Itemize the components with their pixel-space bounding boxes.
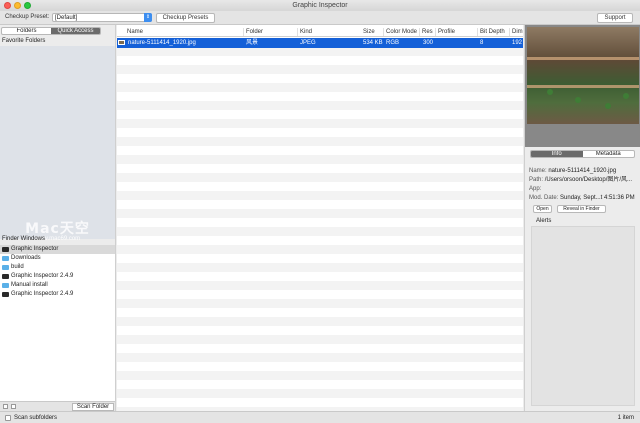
info-name-row: Name: nature-5111414_1920.jpg xyxy=(529,167,639,176)
finder-item[interactable]: Manual install xyxy=(0,281,115,290)
alerts-label: Alerts xyxy=(536,218,552,224)
column-header-res[interactable]: Res xyxy=(419,28,435,36)
reveal-in-finder-button[interactable]: Reveal in Finder xyxy=(557,205,606,213)
preview-photo xyxy=(527,27,639,124)
checkup-preset-label: Checkup Preset: xyxy=(5,14,50,20)
info-label: Mod. Date: xyxy=(529,195,559,201)
checkup-preset-value: [Default] xyxy=(55,15,78,21)
favorite-folders-list[interactable]: Mac天空 www.mac69.com xyxy=(0,46,115,242)
title-bar: Graphic Inspector xyxy=(0,0,640,11)
finder-item[interactable]: Graphic Inspector 2.4.9 xyxy=(0,272,115,281)
finder-item[interactable]: Graphic Inspector 2.4.9 xyxy=(0,290,115,299)
scan-folder-button[interactable]: Scan Folder xyxy=(72,403,114,411)
app-window: Graphic Inspector Checkup Preset: [Defau… xyxy=(0,0,640,423)
photo-detail xyxy=(527,57,639,60)
column-header-kind[interactable]: Kind xyxy=(297,28,361,36)
info-value: /Users/orsoon/Desktop/图片/风... xyxy=(544,177,633,183)
info-value: nature-5111414_1920.jpg xyxy=(548,168,617,174)
info-mod-date-row: Mod. Date: Sunday, Sept...t 4:51:36 PM xyxy=(529,194,639,203)
sidebar-bottom-bar: Scan Folder xyxy=(0,401,115,411)
tab-quick-access[interactable]: Quick Access xyxy=(51,28,100,34)
column-header-size[interactable]: Size xyxy=(361,28,383,36)
favorite-folders-title: Favorite Folders xyxy=(2,38,46,44)
cell-folder: 风景 xyxy=(246,40,259,46)
scan-subfolders-checkbox[interactable] xyxy=(5,415,11,421)
finder-item-label: Downloads xyxy=(11,255,41,261)
tab-folders[interactable]: Folders xyxy=(2,28,51,34)
finder-item-label: Manual install xyxy=(11,282,48,288)
photo-detail xyxy=(575,97,581,103)
finder-item-label: Graphic Inspector 2.4.9 xyxy=(11,273,74,279)
sidebar-tabs: Folders Quick Access xyxy=(1,27,101,35)
inspector-panel: Info Metadata Name: nature-5111414_1920.… xyxy=(524,25,640,411)
alerts-box xyxy=(531,226,635,406)
column-header-name[interactable]: Name xyxy=(125,28,243,36)
column-header-folder[interactable]: Folder xyxy=(243,28,297,36)
cell-size: 534 KB xyxy=(363,40,383,46)
image-preview xyxy=(525,25,640,147)
finder-item-label: build xyxy=(11,264,24,270)
photo-detail xyxy=(547,89,553,95)
scan-subfolders-label: Scan subfolders xyxy=(14,415,58,421)
cell-dim: 192 xyxy=(512,40,523,46)
column-header-profile[interactable]: Profile xyxy=(435,28,475,36)
finder-item[interactable]: Graphic Inspector xyxy=(0,245,115,254)
info-label: App: xyxy=(529,186,542,192)
table-body: nature-5111414_1920.jpg 风景 JPEG 534 KB R… xyxy=(117,38,523,411)
chevron-updown-icon: ⇕ xyxy=(144,13,152,22)
app-icon xyxy=(2,274,9,279)
photo-detail xyxy=(527,85,639,88)
checkup-presets-button[interactable]: Checkup Presets xyxy=(156,13,215,23)
list-view-icon[interactable] xyxy=(3,404,8,409)
file-table: Name Folder Kind Size Color Mode Res Pro… xyxy=(117,25,523,411)
status-bar: Scan subfolders 1 item xyxy=(0,411,640,423)
info-label: Path: xyxy=(529,177,544,183)
finder-item-label: Graphic Inspector 2.4.9 xyxy=(11,291,74,297)
folder-icon xyxy=(2,265,9,270)
app-icon xyxy=(2,247,9,252)
finder-windows-list: Graphic Inspector Downloads build Graphi… xyxy=(0,245,115,402)
grid-view-icon[interactable] xyxy=(11,404,16,409)
checkup-preset-select[interactable]: [Default] ⇕ xyxy=(52,13,152,22)
cell-res: 300 xyxy=(423,40,434,46)
cell-color-mode: RGB xyxy=(386,40,400,46)
item-count: 1 item xyxy=(617,415,634,421)
cell-bit-depth: 8 xyxy=(480,40,484,46)
sidebar: Folders Quick Access Favorite Folders Ma… xyxy=(0,25,116,411)
info-value: Sunday, Sept...t 4:51:36 PM xyxy=(560,195,635,201)
finder-windows-title: Finder Windows xyxy=(2,236,46,242)
support-button[interactable]: Support xyxy=(597,13,633,23)
inspector-tabs: Info Metadata xyxy=(530,150,635,158)
photo-detail xyxy=(605,103,611,109)
toolbar: Checkup Preset: [Default] ⇕ Checkup Pres… xyxy=(0,11,640,25)
table-row[interactable]: nature-5111414_1920.jpg 风景 JPEG 534 KB R… xyxy=(117,38,523,48)
tab-info[interactable]: Info xyxy=(531,151,583,157)
cell-name: nature-5111414_1920.jpg xyxy=(128,40,196,46)
cell-kind: JPEG xyxy=(300,40,316,46)
image-thumbnail-icon xyxy=(118,40,125,45)
finder-item[interactable]: build xyxy=(0,263,115,272)
file-info: Name: nature-5111414_1920.jpg Path: /Use… xyxy=(529,167,639,203)
table-header: Name Folder Kind Size Color Mode Res Pro… xyxy=(117,27,523,37)
column-header-color-mode[interactable]: Color Mode xyxy=(383,28,418,36)
finder-item[interactable]: Downloads xyxy=(0,254,115,263)
window-title: Graphic Inspector xyxy=(292,2,348,9)
watermark-logo: Mac天空 xyxy=(25,221,90,237)
info-label: Name: xyxy=(529,168,547,174)
folder-icon xyxy=(2,283,9,288)
column-header-bit-depth[interactable]: Bit Depth xyxy=(477,28,509,36)
folder-icon xyxy=(2,256,9,261)
info-app-row: App: xyxy=(529,185,639,194)
column-header-dim[interactable]: Dim xyxy=(509,28,523,36)
photo-detail xyxy=(623,93,629,99)
open-button[interactable]: Open xyxy=(533,205,552,213)
finder-item-label: Graphic Inspector xyxy=(11,246,59,252)
info-path-row: Path: /Users/orsoon/Desktop/图片/风... xyxy=(529,176,639,185)
app-icon xyxy=(2,292,9,297)
tab-metadata[interactable]: Metadata xyxy=(583,151,635,157)
